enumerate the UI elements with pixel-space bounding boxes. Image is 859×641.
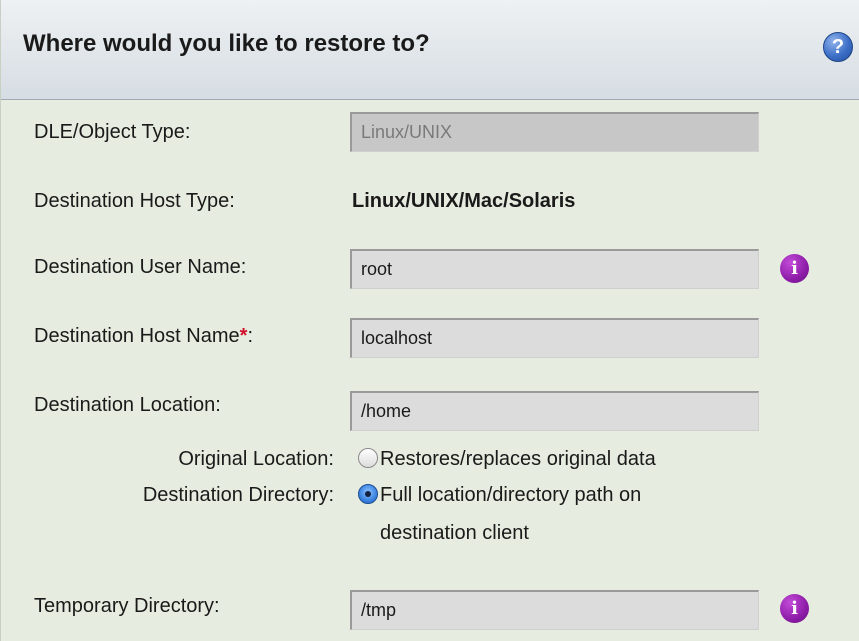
destination-directory-option-text-cont[interactable]: destination client	[380, 522, 529, 545]
host-name-label: Destination Host Name*:	[34, 325, 253, 348]
destination-directory-label: Destination Directory:	[142, 484, 334, 506]
dle-type-label: DLE/Object Type:	[34, 121, 191, 143]
original-location-radio[interactable]	[358, 448, 378, 468]
panel-header: Where would you like to restore to? ?	[1, 0, 859, 100]
host-name-label-text: Destination Host Name	[34, 325, 240, 347]
original-location-option-text[interactable]: Restores/replaces original data	[380, 448, 656, 471]
user-name-label: Destination User Name:	[34, 256, 247, 278]
host-type-value: Linux/UNIX/Mac/Solaris	[352, 190, 576, 212]
original-location-label: Original Location:	[178, 448, 334, 470]
temp-dir-label: Temporary Directory:	[34, 595, 220, 617]
temp-dir-input[interactable]	[350, 590, 759, 630]
host-name-input[interactable]	[350, 318, 759, 358]
restore-destination-panel: Where would you like to restore to? ? DL…	[0, 0, 859, 641]
dle-type-field	[350, 112, 759, 152]
temp-dir-info-icon[interactable]: i	[780, 594, 809, 623]
host-name-label-suffix: :	[247, 325, 254, 347]
panel-title: Where would you like to restore to?	[23, 30, 430, 57]
user-name-input[interactable]	[350, 249, 759, 289]
location-input[interactable]	[350, 391, 759, 431]
location-label: Destination Location:	[34, 394, 221, 416]
help-icon[interactable]: ?	[823, 32, 853, 62]
destination-directory-option-text[interactable]: Full location/directory path on	[380, 484, 641, 507]
destination-directory-radio[interactable]	[358, 484, 378, 504]
host-type-label: Destination Host Type:	[34, 190, 235, 212]
user-name-info-icon[interactable]: i	[780, 254, 809, 283]
